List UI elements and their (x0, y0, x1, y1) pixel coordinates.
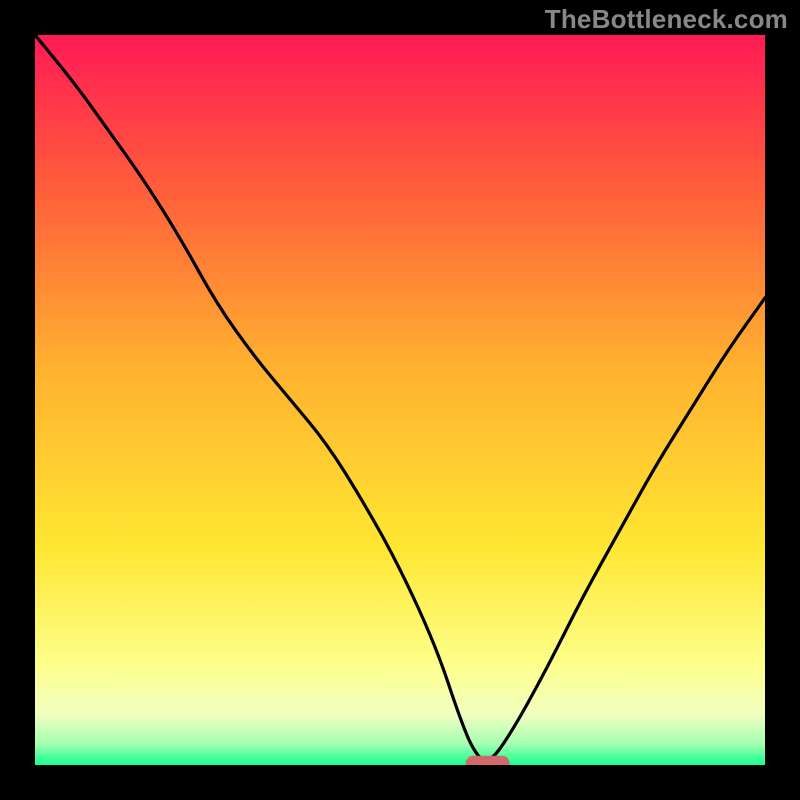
bottleneck-chart (35, 35, 765, 765)
optimum-marker (466, 756, 510, 765)
chart-frame: TheBottleneck.com (0, 0, 800, 800)
gradient-background (35, 35, 765, 765)
watermark-text: TheBottleneck.com (545, 4, 788, 35)
